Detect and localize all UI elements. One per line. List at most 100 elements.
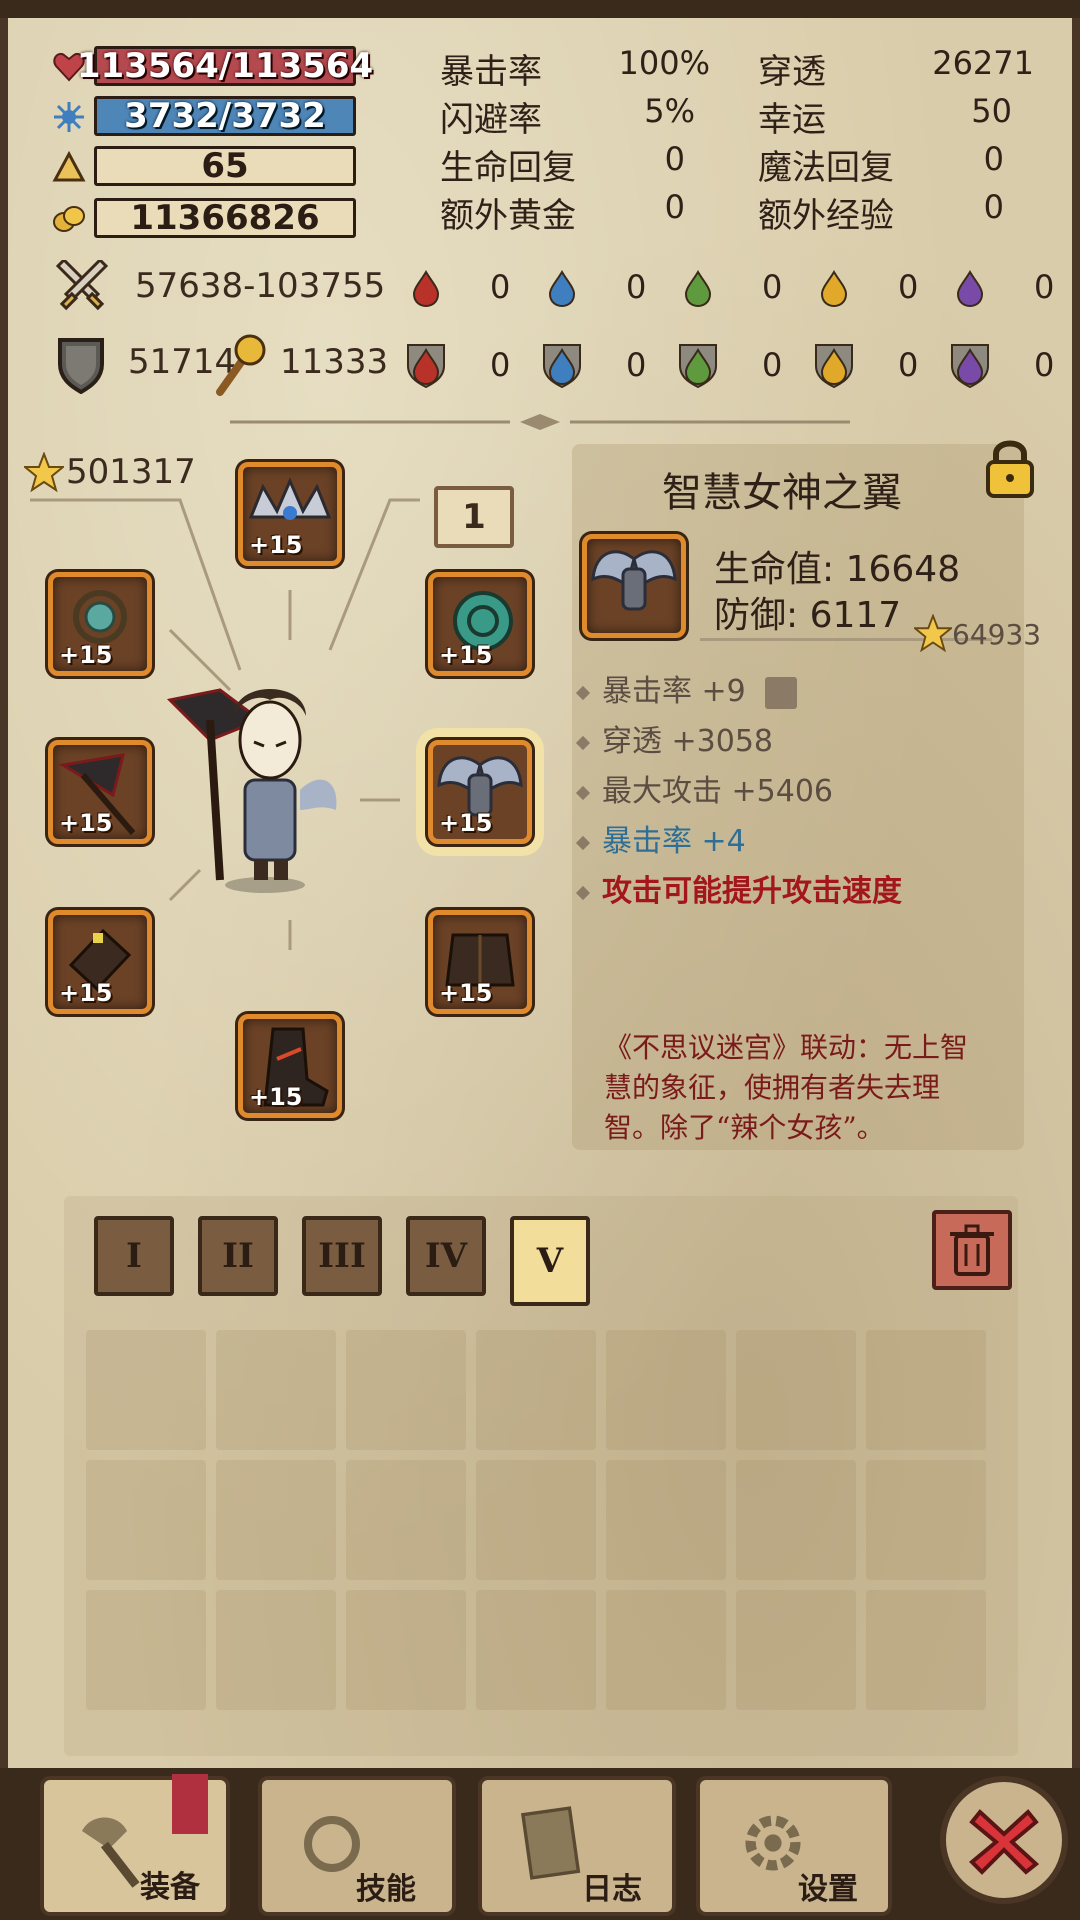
item-hp-line: 生命值: 16648 xyxy=(714,549,961,590)
level-bar: 65 xyxy=(94,146,356,186)
stat-value-dodge: 5% xyxy=(644,92,695,130)
inventory-slot[interactable] xyxy=(86,1460,206,1580)
shadow-attack-value: 0 xyxy=(1034,268,1055,306)
stat-label-penetration: 穿透 xyxy=(758,52,826,92)
nature-attack-element-icon xyxy=(684,270,712,308)
wings-item-icon xyxy=(591,550,677,611)
top-border xyxy=(0,0,1080,18)
stat-label-hp-regen: 生命回复 xyxy=(440,148,576,188)
inventory-slot[interactable] xyxy=(216,1460,336,1580)
item-attribute: 最大攻击 +5406 xyxy=(575,766,833,810)
nav-settings-label: 设置 xyxy=(798,1872,858,1907)
inventory-slot[interactable] xyxy=(346,1460,466,1580)
nav-skills-label: 技能 xyxy=(356,1872,416,1907)
item-detail-icon xyxy=(582,534,686,638)
bag-tab-5[interactable]: V xyxy=(510,1216,590,1306)
stat-value-luck: 50 xyxy=(971,92,1012,130)
stat-value-extra-exp: 0 xyxy=(983,188,1004,226)
inventory-slot[interactable] xyxy=(606,1330,726,1450)
mana-sparkle-icon xyxy=(54,102,84,132)
item-attribute-text: 攻击可能提升攻击速度 xyxy=(602,874,902,909)
item-lore: 《不思议迷宫》联动：无上智慧的象征，使拥有者失去理智。除了“辣个女孩”。 xyxy=(604,1031,969,1144)
stat-label-crit: 暴击率 xyxy=(440,52,542,92)
stat-label-luck: 幸运 xyxy=(758,100,826,140)
inventory-slot[interactable] xyxy=(86,1330,206,1450)
equip-slot-head[interactable]: +15 xyxy=(238,462,342,566)
close-x-icon xyxy=(969,1809,1040,1875)
fire-attack-value: 0 xyxy=(490,268,511,306)
padlock-icon[interactable] xyxy=(982,436,1038,500)
inventory-slot[interactable] xyxy=(736,1590,856,1710)
equip-slot-boots[interactable]: +15 xyxy=(238,1014,342,1118)
bullet-icon xyxy=(575,735,591,750)
inventory-slot[interactable] xyxy=(866,1590,986,1710)
equip-slot-armor[interactable]: +15 xyxy=(428,740,532,844)
equip-slot-chest[interactable]: +15 xyxy=(428,910,532,1014)
stat-value-crit: 100% xyxy=(618,44,710,82)
mp-bar: 3732/3732 xyxy=(94,96,356,136)
nav-settings-button[interactable]: 设置 xyxy=(696,1776,892,1916)
character-portrait xyxy=(166,688,337,893)
inventory-slot[interactable] xyxy=(476,1460,596,1580)
shadow-defense-value: 0 xyxy=(1034,346,1055,384)
water-defense-value: 0 xyxy=(626,346,647,384)
item-attribute: 暴击率 +4 xyxy=(575,816,746,860)
bag-tab-2[interactable]: II xyxy=(198,1216,278,1296)
edit-icon[interactable] xyxy=(765,676,798,709)
equip-slot-amulet[interactable]: +15 xyxy=(48,572,152,676)
inventory-slot[interactable] xyxy=(476,1330,596,1450)
inventory-slot[interactable] xyxy=(866,1460,986,1580)
equip-slot-weapon[interactable]: +15 xyxy=(48,740,152,844)
bag-tab-4[interactable]: IV xyxy=(406,1216,486,1296)
bookmark-ribbon xyxy=(172,1774,208,1834)
lightning-defense-value: 0 xyxy=(898,346,919,384)
equip-level-amulet: +15 xyxy=(59,641,113,669)
nature-defense-element-icon xyxy=(679,344,717,388)
equip-slot-ring[interactable]: +15 xyxy=(428,572,532,676)
inventory-slot[interactable] xyxy=(216,1330,336,1450)
fire-defense-element-icon xyxy=(407,344,445,388)
nav-log-button[interactable]: 日志 xyxy=(478,1776,676,1916)
bullet-icon xyxy=(575,685,591,700)
equip-level-head: +15 xyxy=(249,531,303,559)
nav-equip-button[interactable]: 装备 xyxy=(40,1774,230,1916)
nav-log-label: 日志 xyxy=(582,1872,642,1907)
inventory-slot[interactable] xyxy=(86,1590,206,1710)
ornamental-divider xyxy=(230,414,850,430)
bag-tab-3[interactable]: III xyxy=(302,1216,382,1296)
trash-button[interactable] xyxy=(932,1210,1012,1290)
page-indicator[interactable]: 1 xyxy=(434,486,514,548)
item-attribute-text: 暴击率 +9 xyxy=(602,674,746,709)
stat-label-extra-exp: 额外经验 xyxy=(758,196,894,236)
close-button[interactable] xyxy=(940,1776,1068,1904)
star-icon xyxy=(914,614,952,652)
inventory-slot[interactable] xyxy=(736,1330,856,1450)
hp-bar: 113564/113564 xyxy=(76,46,374,86)
lightning-attack-value: 0 xyxy=(898,268,919,306)
water-attack-element-icon xyxy=(548,270,576,308)
inventory-slot[interactable] xyxy=(736,1460,856,1580)
stat-value-mp-regen: 0 xyxy=(983,140,1004,178)
inventory-slot[interactable] xyxy=(346,1590,466,1710)
bullet-icon xyxy=(575,885,591,900)
inventory-slot[interactable] xyxy=(606,1460,726,1580)
inventory-slot[interactable] xyxy=(346,1330,466,1450)
crossed-swords-icon xyxy=(55,260,109,311)
inventory-slot[interactable] xyxy=(476,1590,596,1710)
item-score: 64933 xyxy=(952,618,1042,651)
inventory-slot[interactable] xyxy=(216,1590,336,1710)
gold-coins-icon xyxy=(53,206,85,232)
bag-tab-1[interactable]: I xyxy=(94,1216,174,1296)
fire-attack-element-icon xyxy=(412,270,440,308)
equip-level-weapon: +15 xyxy=(59,809,113,837)
inventory-slot[interactable] xyxy=(866,1330,986,1450)
nature-attack-value: 0 xyxy=(762,268,783,306)
inventory-slot[interactable] xyxy=(606,1590,726,1710)
trash-can-icon xyxy=(950,1224,994,1276)
stat-label-extra-gold: 额外黄金 xyxy=(440,196,576,236)
nav-skills-button[interactable]: 技能 xyxy=(258,1776,456,1916)
item-attribute-text: 穿透 +3058 xyxy=(602,724,774,759)
nav-equip-label: 装备 xyxy=(140,1870,200,1905)
bullet-icon xyxy=(575,785,591,800)
equip-slot-gloves[interactable]: +15 xyxy=(48,910,152,1014)
